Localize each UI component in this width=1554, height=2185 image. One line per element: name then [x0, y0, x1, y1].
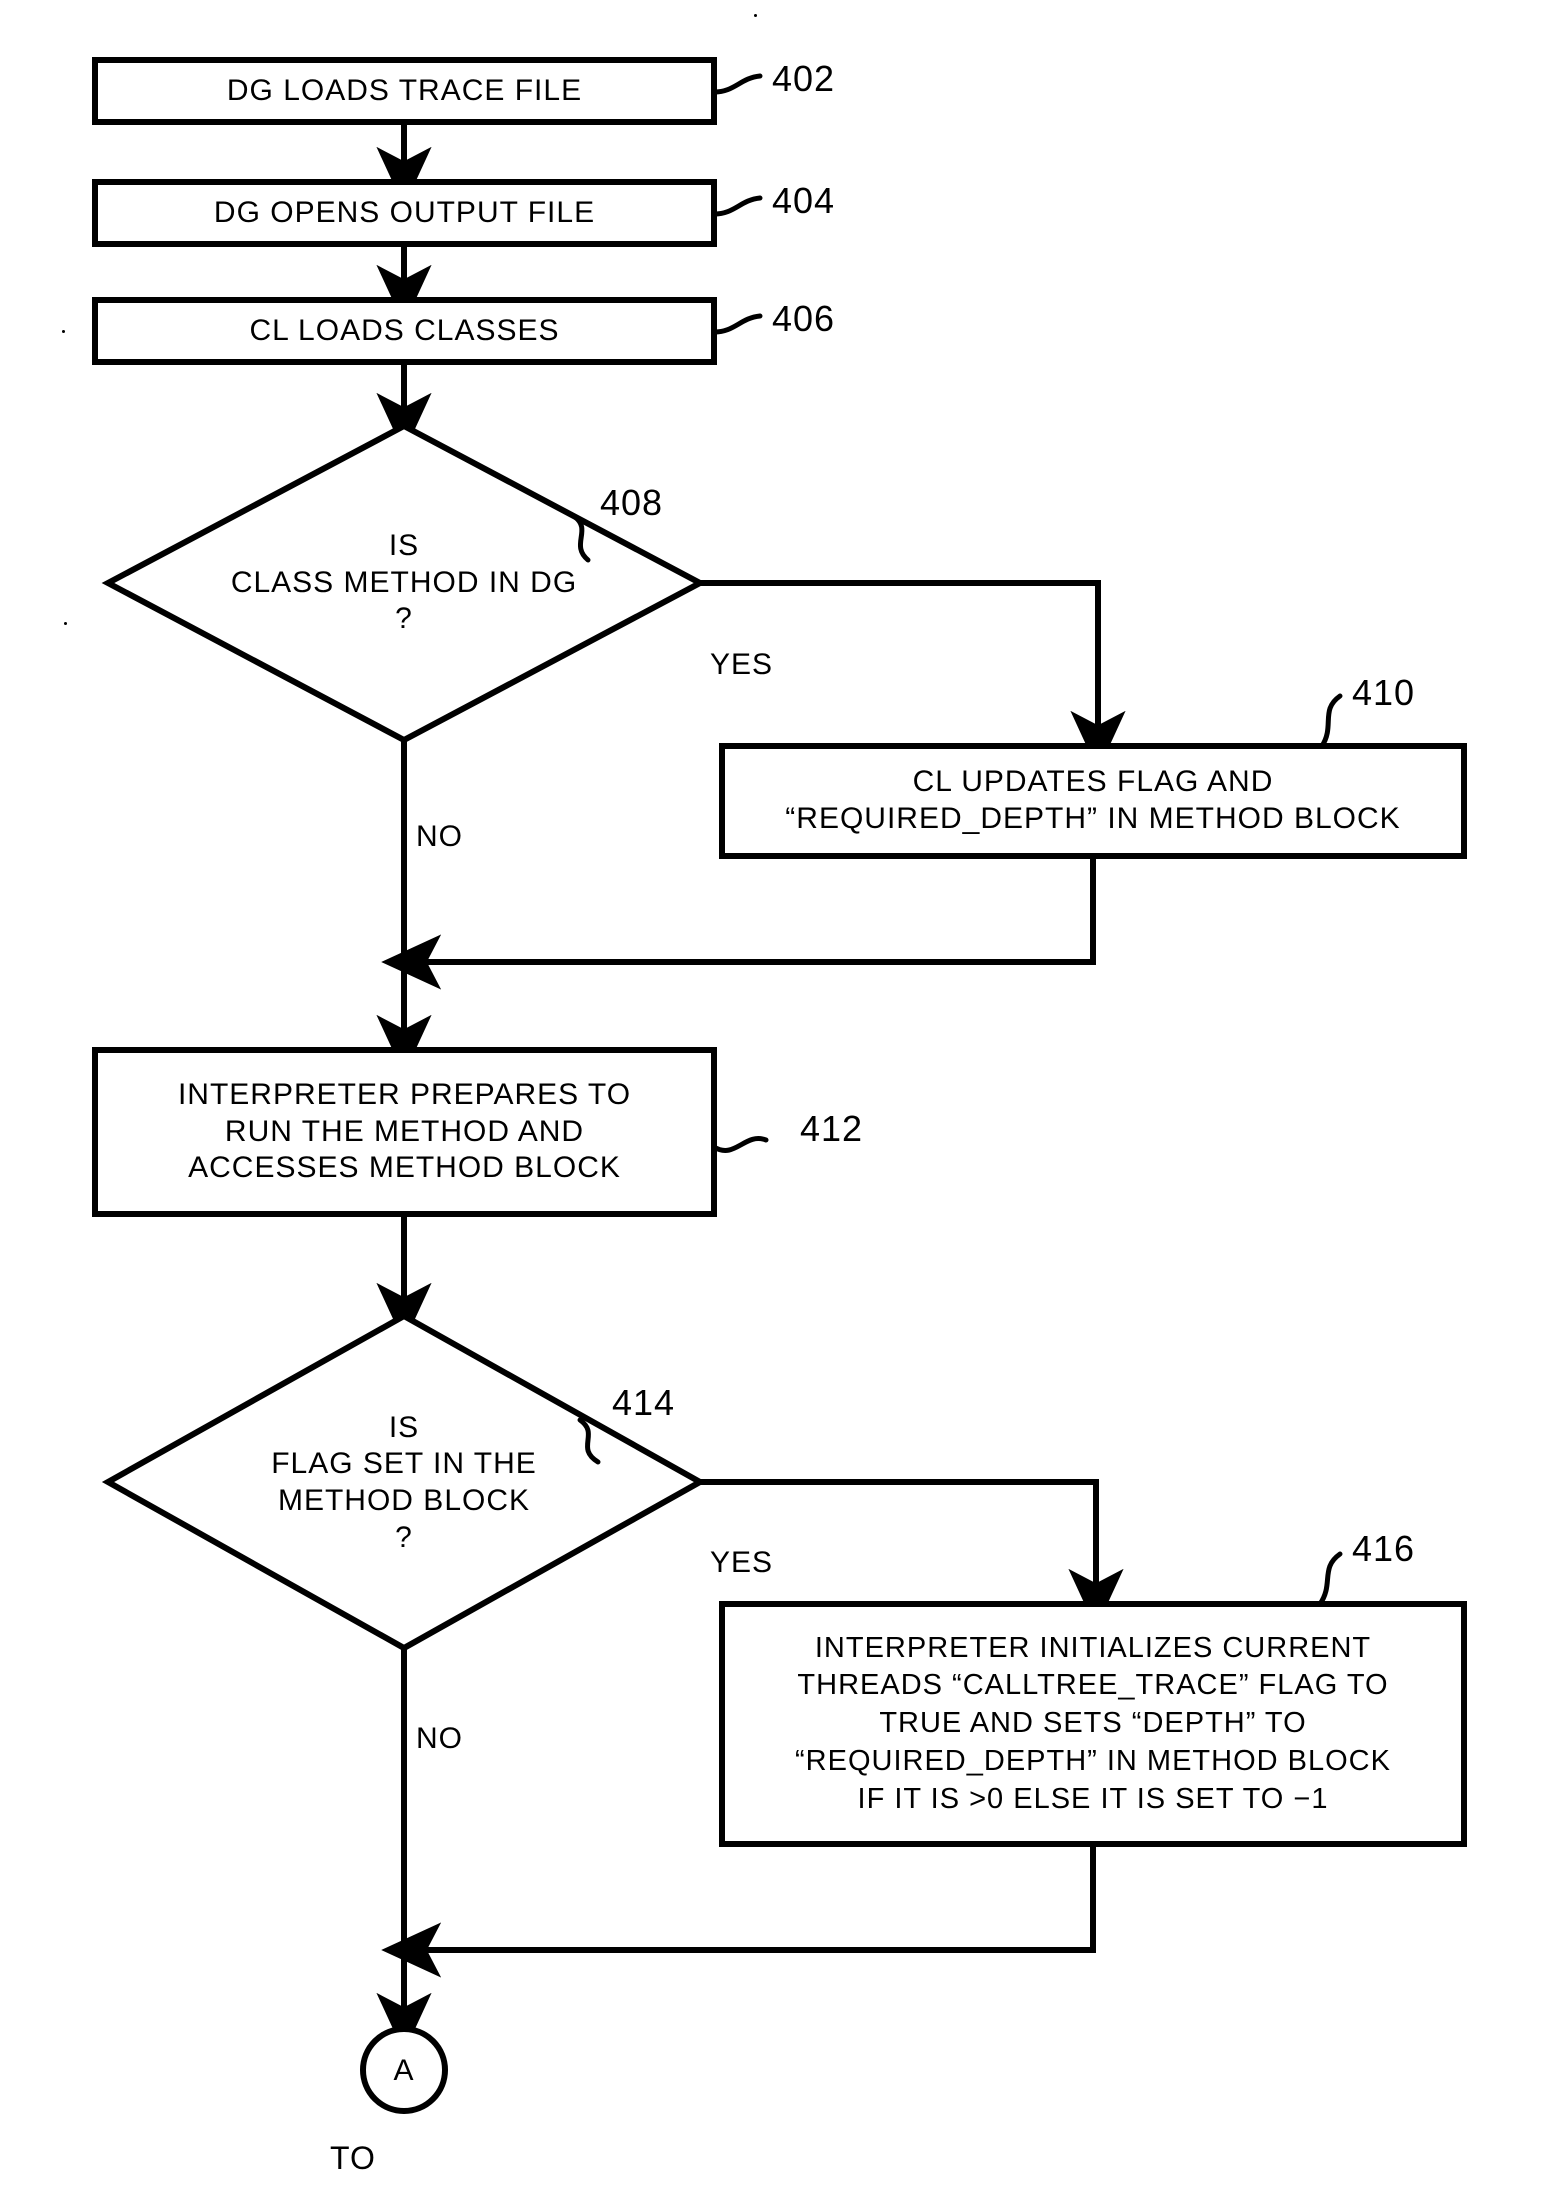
- ref-416: 416: [1352, 1528, 1415, 1570]
- node-416-shape: [719, 1601, 1467, 1847]
- ref-414: 414: [612, 1382, 675, 1424]
- edge-label-yes-408-text: YES: [710, 648, 774, 681]
- edge-label-no-408: NO: [416, 820, 463, 854]
- leader-406: [711, 313, 763, 335]
- ref-408: 408: [600, 482, 663, 524]
- ref-404-text: 404: [772, 180, 836, 221]
- edge-label-yes-414-text: YES: [710, 1546, 774, 1579]
- leader-416: [1317, 1551, 1343, 1607]
- edge-label-no-408-text: NO: [416, 820, 463, 853]
- connector-a-label: A: [374, 2054, 434, 2088]
- node-414-shape: [101, 1312, 707, 1652]
- ref-406: 406: [772, 298, 835, 340]
- ref-406-text: 406: [772, 298, 836, 339]
- leader-402: [711, 73, 763, 95]
- leader-412: [711, 1136, 769, 1153]
- edge-410-return: [381, 856, 1096, 990]
- ref-408-text: 408: [600, 482, 664, 523]
- connector-a-letter: A: [393, 2054, 415, 2087]
- ref-412-text: 412: [800, 1108, 864, 1149]
- ref-410-text: 410: [1352, 672, 1416, 713]
- edge-label-no-414: NO: [416, 1722, 463, 1756]
- scan-speck: [64, 622, 67, 625]
- to-label-text: TO: [330, 2140, 376, 2176]
- to-label: TO: [330, 2140, 376, 2177]
- edge-414-yes: [700, 1479, 1124, 1629]
- node-406-shape: [92, 297, 717, 365]
- ref-402-text: 402: [772, 58, 836, 99]
- edge-label-yes-414: YES: [710, 1546, 773, 1580]
- ref-410: 410: [1352, 672, 1415, 714]
- node-410-shape: [719, 743, 1467, 859]
- scan-speck: [754, 14, 757, 17]
- node-408-shape: [101, 422, 707, 744]
- edge-416-return: [381, 1844, 1096, 1978]
- ref-404: 404: [772, 180, 835, 222]
- ref-412: 412: [800, 1108, 863, 1150]
- edge-label-yes-408: YES: [710, 648, 773, 682]
- leader-404: [711, 195, 763, 217]
- node-402-shape: [92, 57, 717, 125]
- ref-414-text: 414: [612, 1382, 676, 1423]
- node-412-shape: [92, 1047, 717, 1217]
- figure-canvas: DG LOADS TRACE FILE DG OPENS OUTPUT FILE…: [0, 0, 1554, 2185]
- ref-402: 402: [772, 58, 835, 100]
- node-404-shape: [92, 179, 717, 247]
- leader-410: [1319, 693, 1343, 749]
- edge-label-no-414-text: NO: [416, 1722, 463, 1755]
- ref-416-text: 416: [1352, 1528, 1416, 1569]
- scan-speck: [62, 330, 65, 333]
